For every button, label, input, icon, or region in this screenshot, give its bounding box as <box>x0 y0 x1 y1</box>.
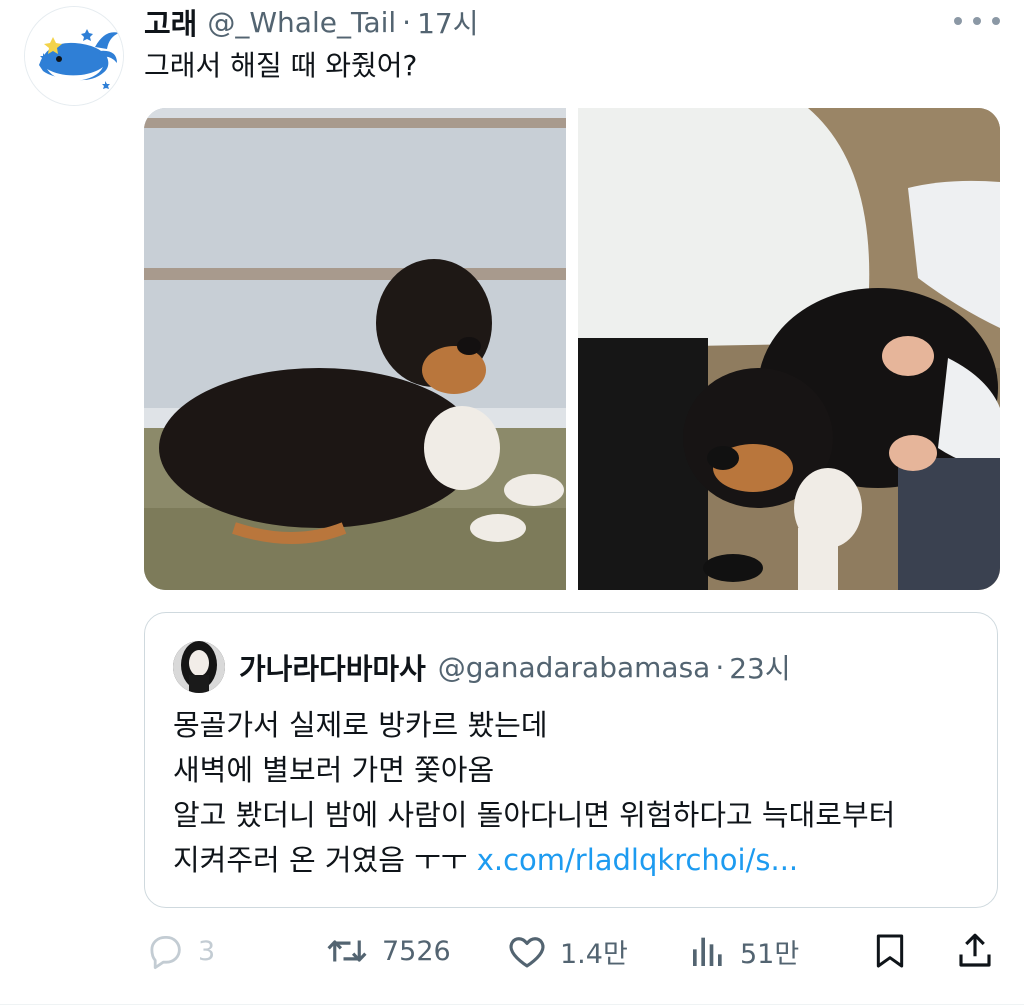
bookmark-button[interactable] <box>870 926 910 976</box>
tweet-text: 그래서 해질 때 와줬어? <box>144 49 418 82</box>
quoted-text-last: 지켜주러 온 거였음 ㅜㅜ <box>173 843 477 877</box>
dog-being-petted-photo-icon <box>578 108 1000 590</box>
views-count: 51만 <box>740 938 800 970</box>
author-name[interactable]: 고래 <box>144 1 197 43</box>
like-button[interactable]: 1.4만 <box>506 926 628 976</box>
quoted-link[interactable]: x.com/rladlqkrchoi/s... <box>477 843 798 877</box>
quoted-author-name[interactable]: 가나라다바마사 <box>239 646 426 688</box>
reply-icon <box>150 935 181 970</box>
dog-lying-photo[interactable] <box>144 108 566 590</box>
separator-dot: · <box>715 650 725 684</box>
media-grid <box>144 108 1000 590</box>
quoted-text-line: 새벽에 별보러 가면 쫓아옴 <box>173 753 495 787</box>
retweet-count: 7526 <box>382 935 451 967</box>
bookmark-icon <box>876 934 904 968</box>
quoted-tweet-header: 가나라다바마사 @ganadarabamasa · 23시 <box>239 647 791 687</box>
quoted-text-line: 몽골가서 실제로 방카르 봤는데 <box>173 708 548 742</box>
dog-being-petted-photo[interactable] <box>578 108 1000 590</box>
retweet-button[interactable]: 7526 <box>324 926 451 976</box>
author-handle[interactable]: @_Whale_Tail <box>207 6 396 39</box>
views-button[interactable]: 51만 <box>688 926 799 976</box>
separator-dot: · <box>402 5 412 39</box>
quoted-tweet-time[interactable]: 23시 <box>729 647 790 687</box>
tweet-time[interactable]: 17시 <box>417 2 478 42</box>
quoted-tweet-text: 몽골가서 실제로 방카르 봤는데 새벽에 별보러 가면 쫓아옴 알고 봤더니 밤… <box>173 703 895 883</box>
whale-avatar-icon <box>25 7 123 105</box>
share-button[interactable] <box>954 926 996 976</box>
views-chart-icon <box>693 937 722 966</box>
heart-icon <box>509 937 545 968</box>
dog-lying-photo-icon <box>144 108 566 590</box>
divider <box>0 1004 1024 1005</box>
tweet-header: 고래 @_Whale_Tail · 17시 <box>144 2 478 42</box>
share-icon <box>959 933 991 967</box>
quoted-tweet[interactable]: 가나라다바마사 @ganadarabamasa · 23시 몽골가서 실제로 방… <box>144 612 998 908</box>
reply-button[interactable]: 3 <box>144 926 215 976</box>
retweet-icon <box>327 940 367 962</box>
author-avatar[interactable] <box>24 6 124 106</box>
reply-count: 3 <box>198 935 216 967</box>
person-avatar-icon <box>173 641 225 693</box>
quoted-author-avatar[interactable] <box>173 641 225 693</box>
quoted-author-handle[interactable]: @ganadarabamasa <box>438 651 711 684</box>
tweet-actions: 3 7526 1.4만 51만 <box>144 926 1004 976</box>
quoted-text-line: 지켜주러 온 거였음 ㅜㅜ x.com/rladlqkrchoi/s... <box>173 838 895 883</box>
more-options-icon[interactable] <box>954 8 1000 34</box>
quoted-text-line: 알고 봤더니 밤에 사람이 돌아다니면 위험하다고 늑대로부터 <box>173 798 896 832</box>
like-count: 1.4만 <box>560 938 628 970</box>
